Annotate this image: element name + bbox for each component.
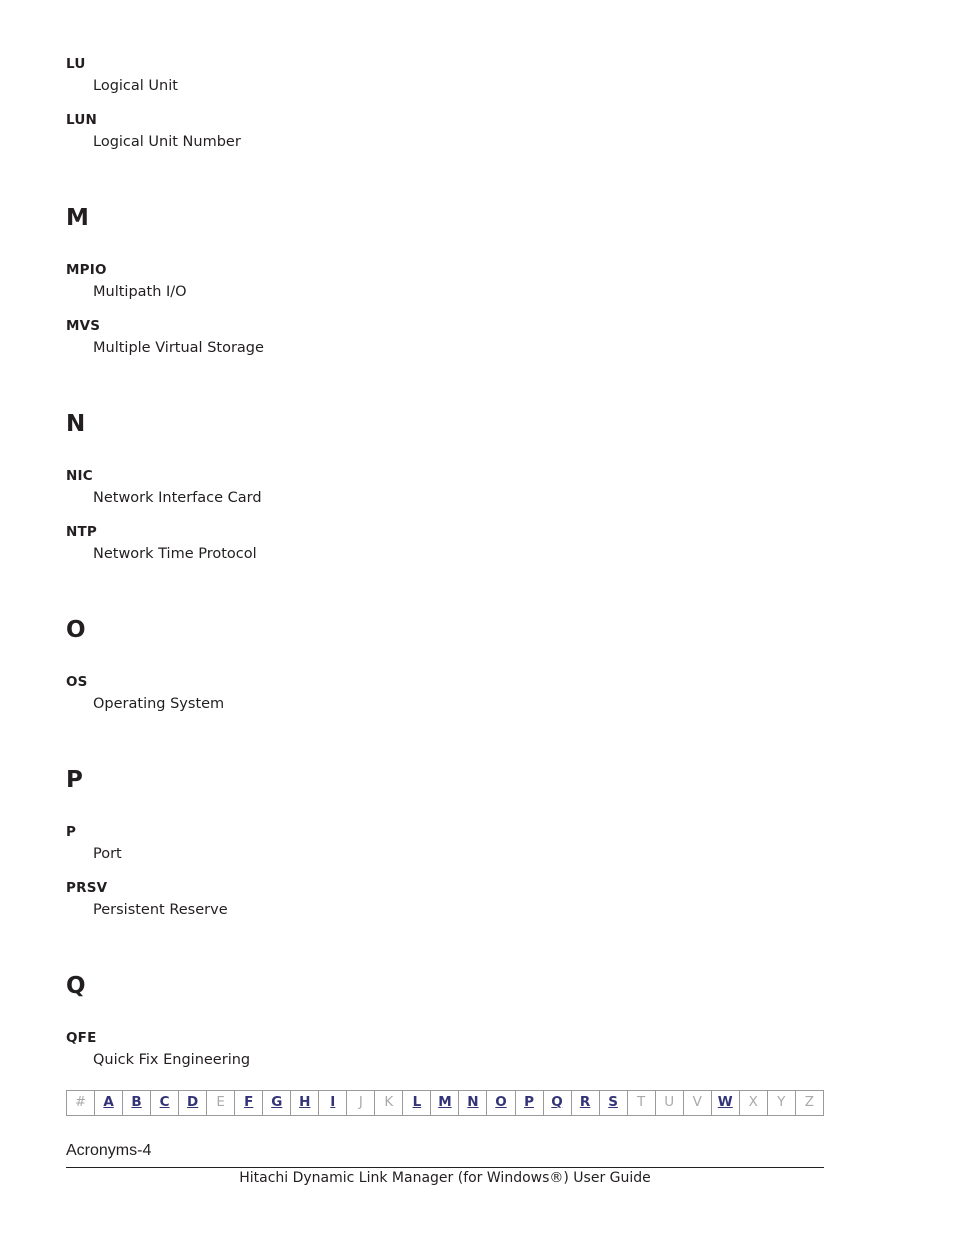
alpha-nav-cell-hash: # bbox=[67, 1091, 96, 1115]
alpha-nav-cell-s[interactable]: S bbox=[600, 1091, 628, 1115]
alpha-nav-cell-y: Y bbox=[768, 1091, 796, 1115]
alpha-nav-cell-v: V bbox=[684, 1091, 712, 1115]
leading-entries: LU Logical Unit LUN Logical Unit Number bbox=[66, 56, 826, 150]
alpha-nav-cell-c[interactable]: C bbox=[151, 1091, 180, 1115]
alpha-nav-cell-z: Z bbox=[804, 1094, 814, 1111]
glossary-definition: Network Interface Card bbox=[93, 489, 262, 506]
glossary-entry: MVS Multiple Virtual Storage bbox=[66, 318, 826, 356]
glossary-entry: LU Logical Unit bbox=[66, 56, 826, 94]
glossary-definition: Persistent Reserve bbox=[93, 901, 228, 918]
alpha-nav-cell-x: X bbox=[740, 1091, 768, 1115]
section-letter-heading: M bbox=[66, 205, 89, 231]
alpha-nav-cell-m[interactable]: M bbox=[431, 1091, 460, 1115]
glossary-term: MVS bbox=[66, 318, 101, 334]
section-letter-heading: O bbox=[66, 617, 86, 643]
glossary-term: NTP bbox=[66, 524, 98, 540]
glossary-term: QFE bbox=[66, 1030, 97, 1046]
glossary-section-m: M MPIO Multipath I/O MVS Multiple Virtua… bbox=[66, 207, 826, 355]
glossary-entry: P Port bbox=[66, 824, 826, 862]
section-entries: NIC Network Interface Card NTP Network T… bbox=[66, 468, 826, 562]
section-letter-heading: Q bbox=[66, 973, 86, 999]
alpha-nav-cell-g[interactable]: G bbox=[263, 1091, 292, 1115]
section-entries: OS Operating System bbox=[66, 674, 826, 712]
section-entries: P Port PRSV Persistent Reserve bbox=[66, 824, 826, 918]
page-number-label: Acronyms-4 bbox=[66, 1142, 152, 1159]
glossary-definition: Logical Unit bbox=[93, 77, 178, 94]
alpha-nav-cell-l[interactable]: L bbox=[403, 1091, 432, 1115]
glossary-term: LUN bbox=[66, 112, 97, 128]
alphabet-navigation-bar[interactable]: # A B C D E F G H I J K L M N O P Q R S T U V W X Y Z bbox=[66, 1090, 824, 1116]
glossary-content: LU Logical Unit LUN Logical Unit Number … bbox=[66, 56, 826, 1067]
glossary-entry: LUN Logical Unit Number bbox=[66, 112, 826, 150]
section-letter-heading: N bbox=[66, 411, 86, 437]
glossary-definition: Port bbox=[93, 845, 122, 862]
alpha-nav-cell-i[interactable]: I bbox=[319, 1091, 348, 1115]
glossary-term: PRSV bbox=[66, 880, 108, 896]
glossary-definition: Network Time Protocol bbox=[93, 545, 257, 562]
footer-document-title: Hitachi Dynamic Link Manager (for Window… bbox=[239, 1170, 651, 1186]
alpha-nav-cell-q[interactable]: Q bbox=[544, 1091, 572, 1115]
alpha-nav-cell-h[interactable]: H bbox=[291, 1091, 320, 1115]
alpha-nav-cell-o[interactable]: O bbox=[487, 1091, 516, 1115]
glossary-section-n: N NIC Network Interface Card NTP Network… bbox=[66, 413, 826, 561]
glossary-definition: Multipath I/O bbox=[93, 283, 187, 300]
alpha-nav-cell-f[interactable]: F bbox=[235, 1091, 264, 1115]
alpha-nav-cell-w[interactable]: W bbox=[712, 1091, 740, 1115]
alpha-nav-cell-b[interactable]: B bbox=[123, 1091, 152, 1115]
alpha-nav-cell-n[interactable]: N bbox=[459, 1091, 488, 1115]
alpha-nav-cell-a[interactable]: A bbox=[95, 1091, 124, 1115]
alpha-nav-cell-k: K bbox=[375, 1091, 404, 1115]
section-entries: MPIO Multipath I/O MVS Multiple Virtual … bbox=[66, 262, 826, 356]
section-letter-heading: P bbox=[66, 767, 83, 793]
glossary-definition: Logical Unit Number bbox=[93, 133, 241, 150]
alpha-nav-cell-u: U bbox=[656, 1091, 684, 1115]
glossary-section-o: O OS Operating System bbox=[66, 619, 826, 711]
glossary-page: LU Logical Unit LUN Logical Unit Number … bbox=[0, 0, 954, 1235]
glossary-entry: NTP Network Time Protocol bbox=[66, 524, 826, 562]
glossary-entry: QFE Quick Fix Engineering bbox=[66, 1030, 826, 1068]
alpha-nav-cell-r[interactable]: R bbox=[572, 1091, 600, 1115]
glossary-term: P bbox=[66, 824, 77, 840]
alpha-nav-cell-d[interactable]: D bbox=[179, 1091, 208, 1115]
glossary-term: LU bbox=[66, 56, 86, 72]
glossary-term: NIC bbox=[66, 468, 93, 484]
glossary-term: MPIO bbox=[66, 262, 107, 278]
glossary-entry: MPIO Multipath I/O bbox=[66, 262, 826, 300]
glossary-entry: OS Operating System bbox=[66, 674, 826, 712]
glossary-entry: NIC Network Interface Card bbox=[66, 468, 826, 506]
alpha-nav-cell-e: E bbox=[207, 1091, 236, 1115]
glossary-section-q: Q QFE Quick Fix Engineering bbox=[66, 975, 826, 1067]
glossary-section-p: P P Port PRSV Persistent Reserve bbox=[66, 769, 826, 917]
alpha-nav-cell-p[interactable]: P bbox=[516, 1091, 544, 1115]
glossary-entry: PRSV Persistent Reserve bbox=[66, 880, 826, 918]
alpha-nav-cell-j: J bbox=[347, 1091, 376, 1115]
alpha-nav-cell-t: T bbox=[628, 1091, 656, 1115]
footer-divider bbox=[66, 1167, 824, 1168]
section-entries: QFE Quick Fix Engineering bbox=[66, 1030, 826, 1068]
glossary-definition: Operating System bbox=[93, 695, 225, 712]
glossary-definition: Quick Fix Engineering bbox=[93, 1051, 251, 1068]
glossary-definition: Multiple Virtual Storage bbox=[93, 339, 264, 356]
glossary-term: OS bbox=[66, 674, 88, 690]
